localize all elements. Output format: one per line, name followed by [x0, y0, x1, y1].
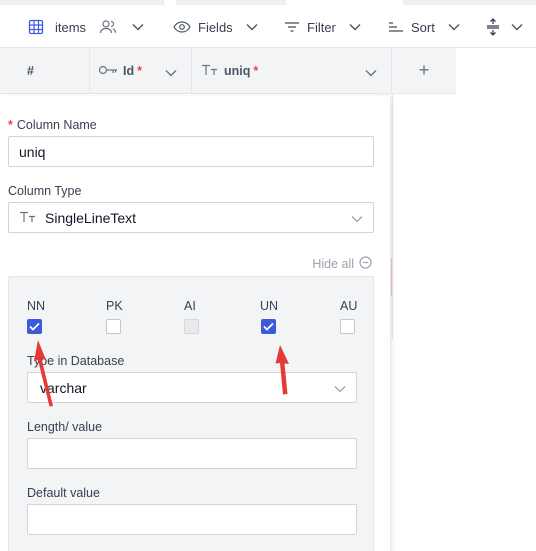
tab[interactable]: [176, 0, 286, 5]
table-selector[interactable]: items: [28, 6, 144, 48]
un-checkbox[interactable]: [261, 319, 276, 334]
text-type-icon: [201, 64, 219, 79]
tab[interactable]: [0, 0, 164, 5]
chevron-down-icon: [334, 380, 346, 396]
filter-button[interactable]: Filter: [284, 6, 361, 48]
grid-icon: [28, 19, 44, 35]
column-type-label: Column Type: [8, 184, 82, 198]
chevron-down-icon: [511, 23, 523, 31]
required-marker: *: [137, 64, 142, 78]
text-type-icon: [19, 210, 37, 226]
column-name-label-text: Column Name: [16, 118, 97, 132]
hide-all-button[interactable]: Hide all: [312, 256, 372, 272]
hide-all-label: Hide all: [312, 257, 354, 271]
filter-icon: [284, 21, 300, 33]
chevron-down-icon[interactable]: [165, 66, 177, 80]
length-input[interactable]: [27, 438, 357, 469]
default-value-label: Default value: [27, 486, 100, 500]
chevron-down-icon[interactable]: [365, 66, 377, 80]
chevron-down-icon: [246, 23, 258, 31]
check-icon: [263, 322, 274, 331]
fields-label: Fields: [198, 19, 233, 35]
annotation-arrow-un: [275, 345, 289, 395]
length-label: Length/ value: [27, 420, 103, 434]
chevron-down-icon: [448, 23, 460, 31]
sort-icon: [388, 21, 404, 33]
column-header-uniq[interactable]: uniq *: [192, 48, 392, 94]
users-icon: [99, 19, 117, 35]
check-icon: [29, 322, 40, 331]
flag-label-un: UN: [260, 299, 279, 313]
sort-button[interactable]: Sort: [388, 6, 460, 48]
column-edit-panel: * Column Name uniq Column Type SingleLine…: [0, 96, 391, 551]
flag-label-au: AU: [340, 299, 358, 313]
row-number-header: #: [0, 48, 90, 94]
column-header-label: uniq: [224, 64, 251, 78]
required-marker: *: [8, 118, 13, 132]
row-height-icon: [486, 18, 500, 36]
ai-checkbox: [184, 319, 199, 334]
add-column-button[interactable]: +: [392, 48, 456, 94]
db-type-select[interactable]: varchar: [27, 372, 357, 403]
column-type-value: SingleLineText: [45, 209, 137, 226]
column-name-value: uniq: [19, 143, 46, 160]
toolbar: items Fields Filter Sort: [0, 6, 536, 48]
table-name: items: [55, 19, 87, 35]
column-name-input[interactable]: uniq: [8, 136, 374, 167]
default-value-input[interactable]: [27, 504, 357, 535]
sort-label: Sort: [411, 19, 435, 35]
fields-button[interactable]: Fields: [173, 6, 258, 48]
column-type-select[interactable]: SingleLineText: [8, 202, 374, 233]
grid-body-empty: [392, 94, 456, 339]
plus-icon: +: [418, 60, 430, 80]
column-name-label: * Column Name: [8, 118, 97, 132]
annotation-arrow-nn: [34, 340, 53, 407]
chevron-down-icon: [349, 23, 361, 31]
column-header-label: Id: [123, 64, 135, 78]
flag-label-nn: NN: [27, 299, 46, 313]
minus-circle-icon: [359, 256, 372, 272]
flag-label-ai: AI: [184, 299, 196, 313]
tab[interactable]: [403, 0, 536, 5]
eye-icon: [173, 21, 191, 33]
row-number-label: #: [27, 64, 34, 78]
column-header-id[interactable]: Id *: [90, 48, 192, 94]
required-marker: *: [253, 64, 259, 78]
chevron-down-icon[interactable]: [132, 23, 144, 31]
key-icon: [98, 64, 118, 78]
nn-checkbox[interactable]: [27, 319, 42, 334]
pk-checkbox[interactable]: [106, 319, 121, 334]
au-checkbox[interactable]: [340, 319, 355, 334]
grid-header: # Id * uniq *: [0, 48, 456, 94]
advanced-options: NN PK AI UN AU Type in Database varchar …: [8, 276, 374, 551]
row-height-button[interactable]: [486, 6, 523, 48]
flag-label-pk: PK: [106, 299, 123, 313]
filter-label: Filter: [307, 19, 336, 35]
chevron-down-icon: [351, 210, 363, 226]
